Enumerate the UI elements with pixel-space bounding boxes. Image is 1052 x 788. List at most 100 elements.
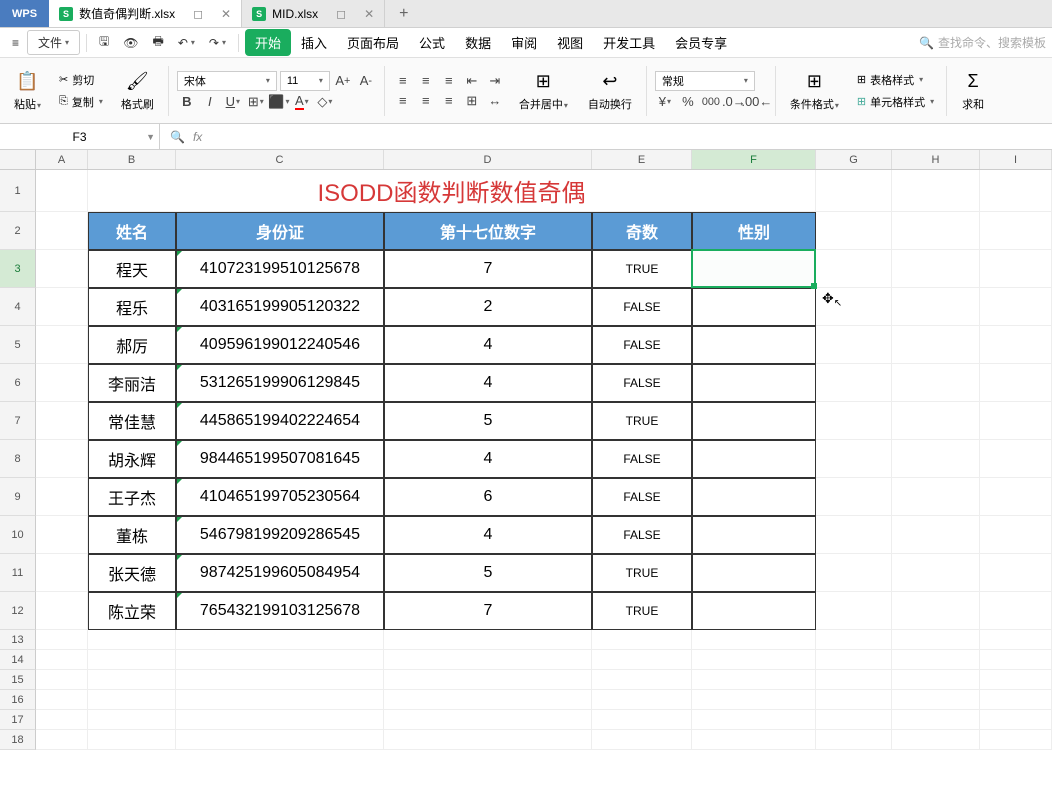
cell-C11[interactable]: 987425199605084954: [176, 554, 384, 592]
cell-D7[interactable]: 5: [384, 402, 592, 440]
print-button[interactable]: 🖶: [147, 28, 170, 57]
cell-A11[interactable]: [36, 554, 88, 592]
cell-A4[interactable]: [36, 288, 88, 326]
cell-E2[interactable]: 奇数: [592, 212, 692, 250]
cell-H13[interactable]: [892, 630, 980, 650]
cell-F16[interactable]: [692, 690, 816, 710]
cell-G11[interactable]: [816, 554, 892, 592]
cell-G16[interactable]: [816, 690, 892, 710]
cell-I16[interactable]: [980, 690, 1052, 710]
cell-A7[interactable]: [36, 402, 88, 440]
decrease-decimal-button[interactable]: .00←: [747, 93, 767, 111]
row-header-12[interactable]: 12: [0, 592, 36, 630]
print-preview-button[interactable]: 👁: [117, 32, 144, 54]
cell-H16[interactable]: [892, 690, 980, 710]
cell-F5[interactable]: [692, 326, 816, 364]
rtl-button[interactable]: ↔: [485, 92, 505, 110]
cell-E8[interactable]: FALSE: [592, 440, 692, 478]
cell-I12[interactable]: [980, 592, 1052, 630]
cell-G14[interactable]: [816, 650, 892, 670]
cell-E5[interactable]: FALSE: [592, 326, 692, 364]
cell-H10[interactable]: [892, 516, 980, 554]
cell-D17[interactable]: [384, 710, 592, 730]
cell-F4[interactable]: [692, 288, 816, 326]
cell-H3[interactable]: [892, 250, 980, 288]
cell-D11[interactable]: 5: [384, 554, 592, 592]
chevron-down-icon[interactable]: ▼: [146, 132, 155, 142]
file-menu[interactable]: 文件▾: [27, 30, 80, 55]
cell-I6[interactable]: [980, 364, 1052, 402]
cell-I13[interactable]: [980, 630, 1052, 650]
menu-tab-数据[interactable]: 数据: [455, 29, 501, 56]
cell-G13[interactable]: [816, 630, 892, 650]
cell-E4[interactable]: FALSE: [592, 288, 692, 326]
cell-C3[interactable]: 410723199510125678: [176, 250, 384, 288]
cell-E9[interactable]: FALSE: [592, 478, 692, 516]
cell-A1[interactable]: [36, 170, 88, 212]
cell-G3[interactable]: [816, 250, 892, 288]
cell-B9[interactable]: 王子杰: [88, 478, 176, 516]
comma-button[interactable]: 000: [701, 93, 721, 111]
row-header-17[interactable]: 17: [0, 710, 36, 730]
row-header-2[interactable]: 2: [0, 212, 36, 250]
cell-E12[interactable]: TRUE: [592, 592, 692, 630]
col-header-D[interactable]: D: [384, 150, 592, 169]
cell-H14[interactable]: [892, 650, 980, 670]
undo-button[interactable]: ↶▾: [172, 32, 201, 54]
cell-C7[interactable]: 445865199402224654: [176, 402, 384, 440]
doc-tab-1[interactable]: S MID.xlsx ◻ ✕: [242, 0, 385, 27]
cell-F9[interactable]: [692, 478, 816, 516]
cell-B16[interactable]: [88, 690, 176, 710]
percent-button[interactable]: %: [678, 93, 698, 111]
copy-button[interactable]: ⎘复制▾: [55, 92, 107, 112]
cell-D9[interactable]: 6: [384, 478, 592, 516]
cell-B14[interactable]: [88, 650, 176, 670]
menu-tab-公式[interactable]: 公式: [409, 29, 455, 56]
row-header-3[interactable]: 3: [0, 250, 36, 288]
col-header-H[interactable]: H: [892, 150, 980, 169]
paste-button[interactable]: 📋 粘贴▾: [8, 68, 47, 114]
cell-G1[interactable]: [816, 170, 892, 212]
cell-H11[interactable]: [892, 554, 980, 592]
cell-B10[interactable]: 董栋: [88, 516, 176, 554]
cell-G5[interactable]: [816, 326, 892, 364]
menu-tab-审阅[interactable]: 审阅: [501, 29, 547, 56]
cell-G7[interactable]: [816, 402, 892, 440]
cell-G10[interactable]: [816, 516, 892, 554]
cell-F12[interactable]: [692, 592, 816, 630]
cell-C9[interactable]: 410465199705230564: [176, 478, 384, 516]
cell-D12[interactable]: 7: [384, 592, 592, 630]
fill-color-button[interactable]: ⬛▾: [269, 93, 289, 111]
tab-window-icon[interactable]: ◻: [336, 7, 346, 21]
menu-tab-开始[interactable]: 开始: [245, 29, 291, 56]
row-header-10[interactable]: 10: [0, 516, 36, 554]
border-button[interactable]: ⊞▾: [246, 93, 266, 111]
cell-I5[interactable]: [980, 326, 1052, 364]
format-painter-button[interactable]: 🖌 格式刷: [115, 68, 160, 114]
cell-G2[interactable]: [816, 212, 892, 250]
cell-E17[interactable]: [592, 710, 692, 730]
orientation-button[interactable]: ⊞: [462, 92, 482, 110]
cell-E14[interactable]: [592, 650, 692, 670]
cell-D6[interactable]: 4: [384, 364, 592, 402]
cell-E18[interactable]: [592, 730, 692, 750]
cell-I18[interactable]: [980, 730, 1052, 750]
font-name-select[interactable]: 宋体▾: [177, 71, 277, 91]
cell-D4[interactable]: 2: [384, 288, 592, 326]
cell-C6[interactable]: 531265199906129845: [176, 364, 384, 402]
row-header-18[interactable]: 18: [0, 730, 36, 750]
cell-D13[interactable]: [384, 630, 592, 650]
col-header-C[interactable]: C: [176, 150, 384, 169]
cell-I9[interactable]: [980, 478, 1052, 516]
cell-I15[interactable]: [980, 670, 1052, 690]
cell-A10[interactable]: [36, 516, 88, 554]
row-header-11[interactable]: 11: [0, 554, 36, 592]
cell-A13[interactable]: [36, 630, 88, 650]
cell-H9[interactable]: [892, 478, 980, 516]
cell-B5[interactable]: 郝厉: [88, 326, 176, 364]
increase-indent-button[interactable]: ⇥: [485, 72, 505, 90]
cell-B11[interactable]: 张天德: [88, 554, 176, 592]
cell-I3[interactable]: [980, 250, 1052, 288]
cell-A8[interactable]: [36, 440, 88, 478]
cell-F11[interactable]: [692, 554, 816, 592]
